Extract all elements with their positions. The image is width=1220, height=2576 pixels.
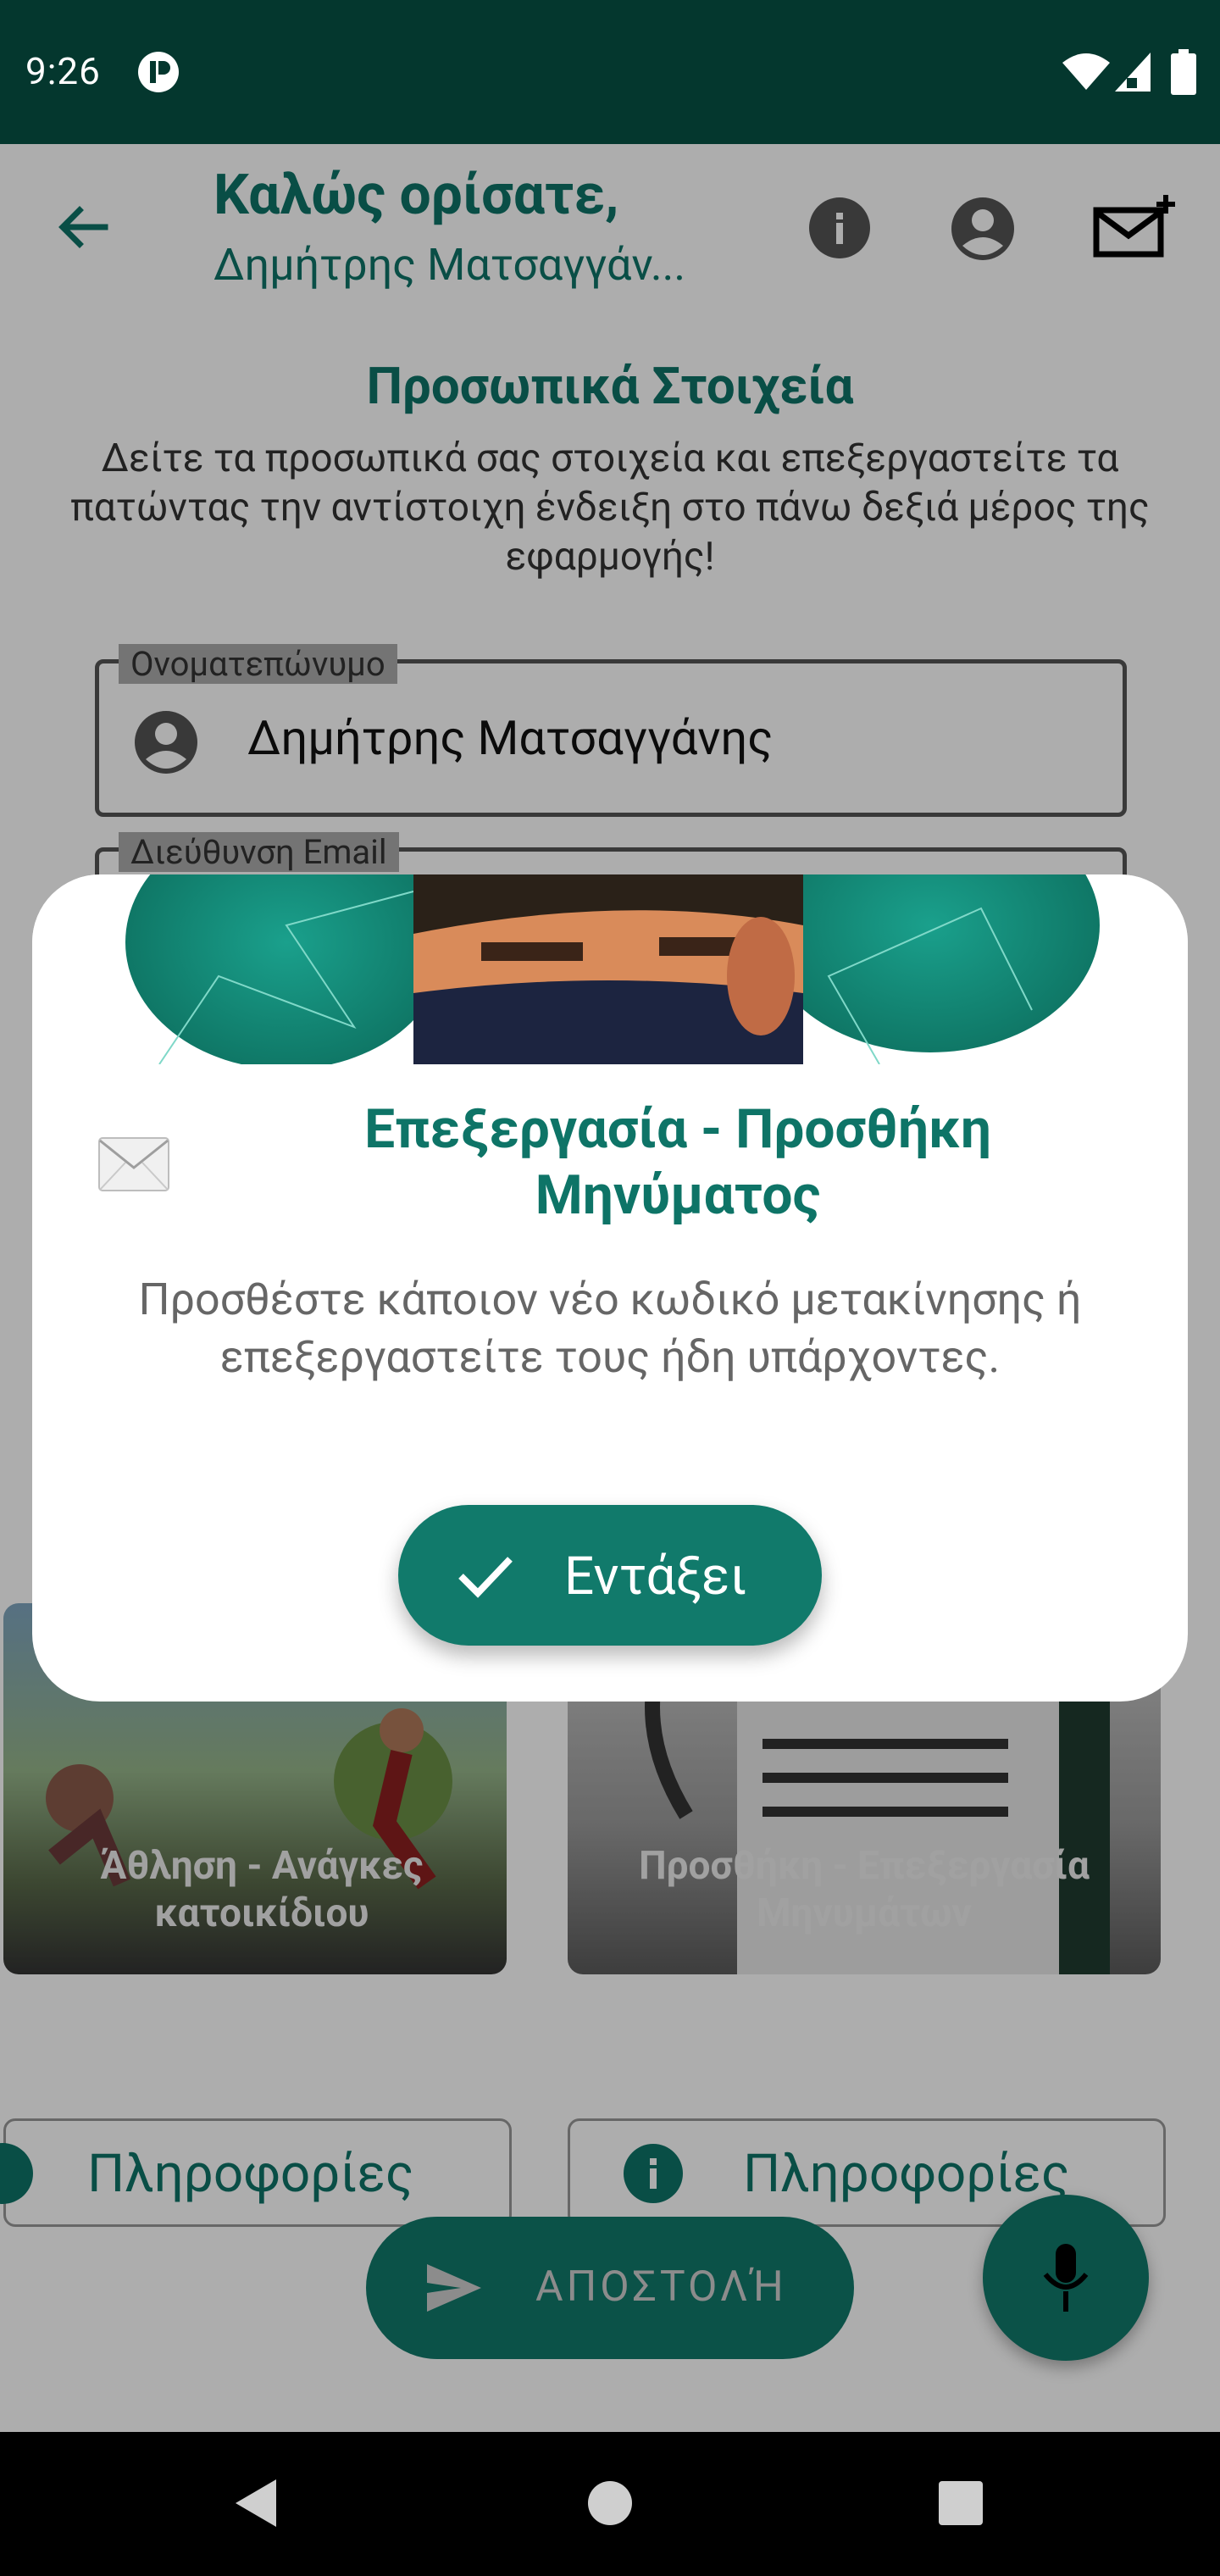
dialog-envelope-icon: [98, 1137, 169, 1191]
back-nav-button[interactable]: [230, 2476, 281, 2530]
home-nav-button[interactable]: [586, 2479, 634, 2527]
app-notification-icon: [137, 51, 180, 93]
home-circle-icon: [588, 2481, 632, 2525]
dialog-header-image: [32, 874, 1188, 1069]
recents-square-icon: [939, 2481, 983, 2525]
status-bar: 9:26: [0, 0, 1220, 144]
check-icon: [458, 1557, 513, 1598]
navigation-bar: [0, 2432, 1220, 2576]
dialog-ok-label: Εντάξει: [564, 1546, 747, 1607]
signal-icon: [1115, 53, 1151, 92]
dialog-title: Επεξεργασία - Προσθήκη Μηνύματος: [364, 1097, 991, 1227]
dialog-ok-button[interactable]: Εντάξει: [398, 1505, 822, 1646]
battery-icon: [1171, 49, 1196, 95]
recents-nav-button[interactable]: [939, 2481, 983, 2525]
dialog-message: Προσθέστε κάποιον νέο κωδικό μετακίνησης…: [138, 1274, 1082, 1383]
status-time: 9:26: [25, 49, 101, 93]
back-triangle-icon: [236, 2479, 276, 2527]
wifi-icon: [1062, 53, 1110, 92]
